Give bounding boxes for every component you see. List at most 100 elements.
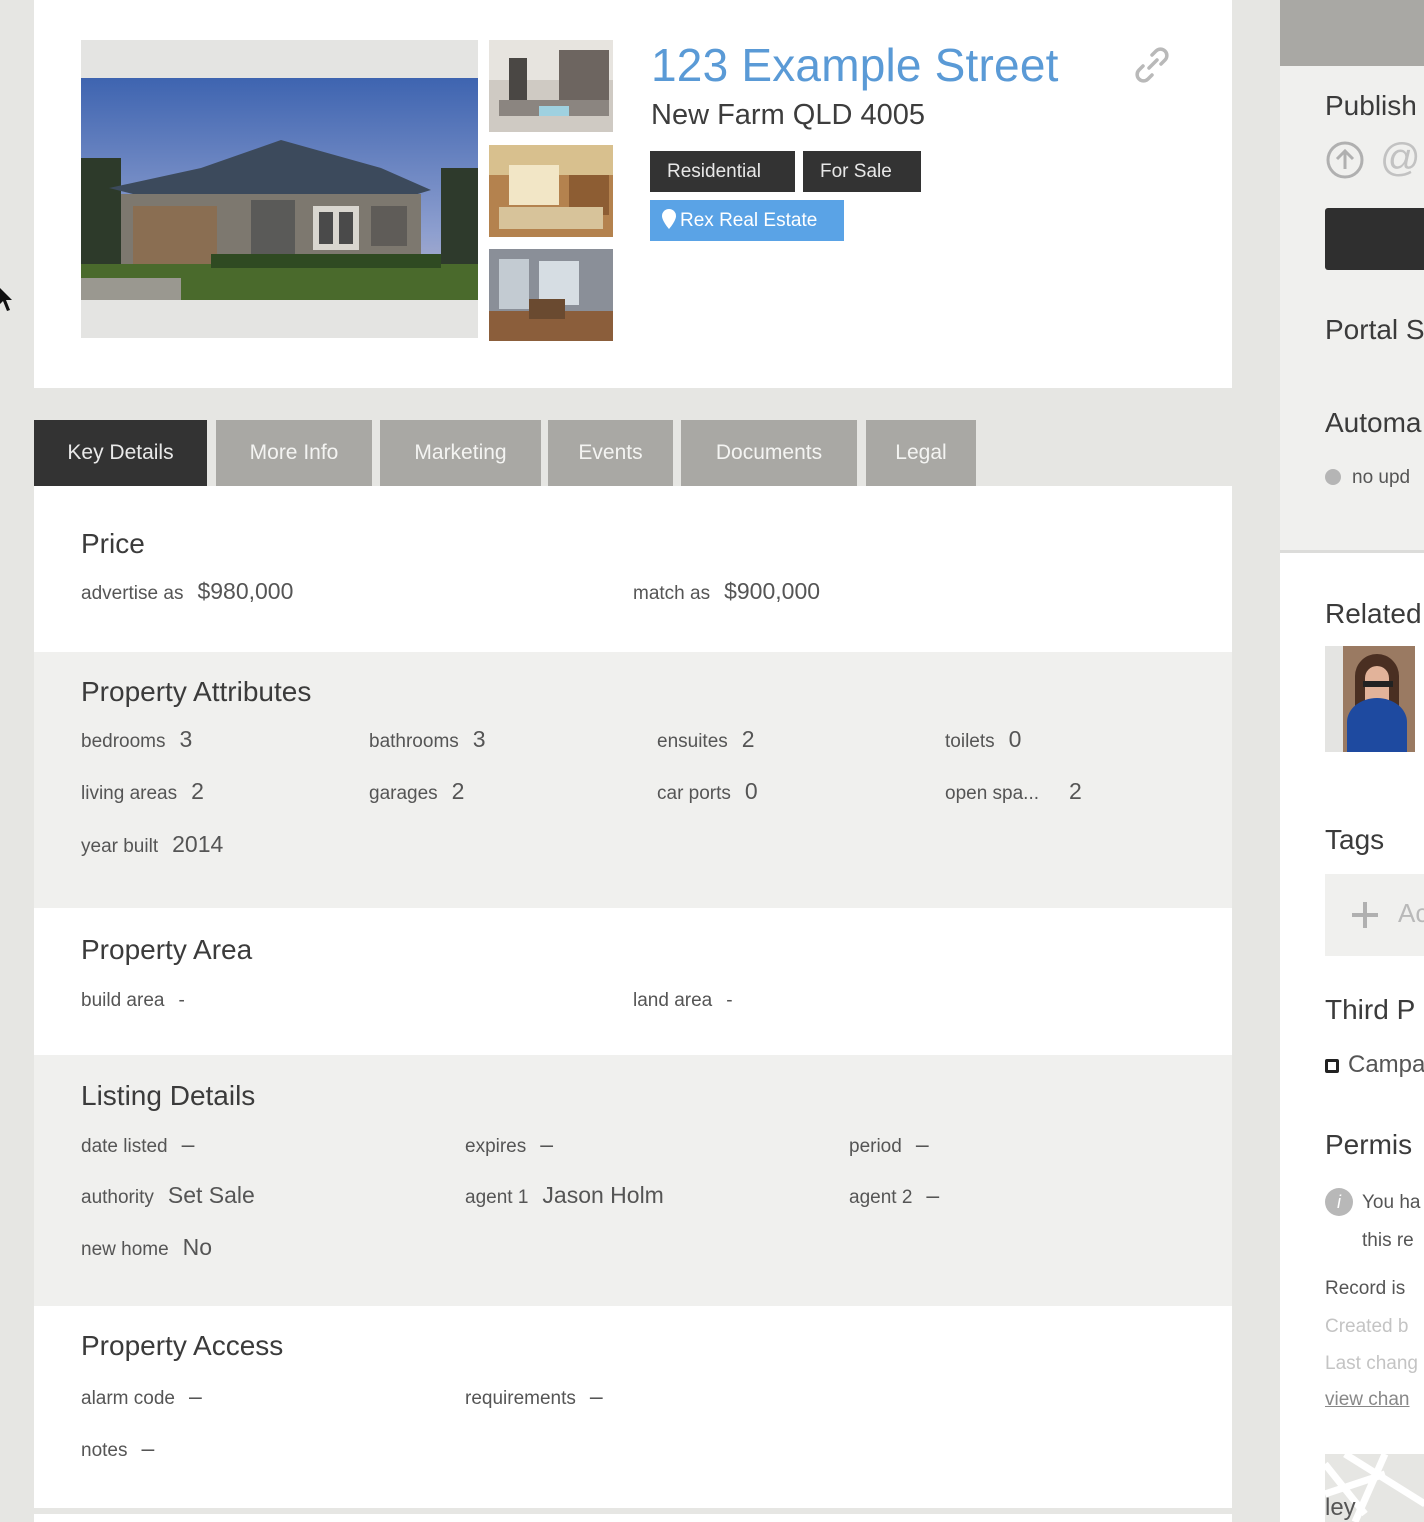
main-property-photo[interactable]	[81, 40, 478, 338]
section-title: Listing Details	[81, 1080, 256, 1111]
field-label: build area	[81, 990, 165, 1011]
automation-status: no upd	[1352, 467, 1411, 488]
field-value: –	[926, 1182, 940, 1208]
field-label: alarm code	[81, 1388, 175, 1409]
listing-detail-field[interactable]: new home No	[81, 1234, 212, 1261]
agency-badge[interactable]: Rex Real Estate	[650, 200, 844, 241]
field-value: -	[726, 990, 733, 1011]
field-label: year built	[81, 836, 159, 857]
sidebar-divider	[1280, 550, 1424, 553]
price-section: Price advertise as $980,000 match as $900,…	[34, 486, 1232, 652]
attribute-field[interactable]: bathrooms 3	[369, 726, 486, 753]
listing-address-title: 123 Example Street	[651, 39, 1059, 91]
link-icon[interactable]	[1130, 43, 1174, 87]
kitchen-photo	[489, 40, 613, 132]
land-area-field[interactable]: land area -	[633, 985, 733, 1012]
living-room-photo	[489, 145, 613, 237]
section-title: Property Attributes	[81, 676, 312, 707]
attribute-field[interactable]: car ports 0	[657, 778, 758, 805]
attribute-field[interactable]: open spa... 2	[945, 778, 1082, 805]
tab-more-info[interactable]: More Info	[216, 420, 372, 486]
field-label: expires	[465, 1136, 527, 1157]
info-icon: i	[1325, 1188, 1353, 1216]
listing-details-section: Listing Details date listed – expires – pe…	[34, 1055, 1232, 1306]
listing-header-card: 123 Example Street New Farm QLD 4005 Res…	[34, 0, 1232, 388]
house-photo	[81, 78, 478, 300]
field-value: 0	[744, 778, 758, 804]
tab-legal[interactable]: Legal	[866, 420, 976, 486]
attribute-field[interactable]: toilets 0	[945, 726, 1021, 753]
requirements-field[interactable]: requirements –	[465, 1383, 603, 1410]
gallery-thumbnail[interactable]	[489, 249, 613, 341]
field-label: agent 1	[465, 1187, 529, 1208]
add-tag-label[interactable]: Ac	[1398, 898, 1424, 929]
attribute-field[interactable]: garages 2	[369, 778, 464, 805]
field-label: open spa...	[945, 783, 1040, 804]
field-value: –	[141, 1435, 155, 1461]
map-pin-icon	[662, 209, 676, 229]
alarm-code-field[interactable]: alarm code –	[81, 1383, 202, 1410]
field-value: Jason Holm	[542, 1182, 664, 1208]
listing-detail-field[interactable]: agent 2–	[849, 1182, 939, 1209]
plus-icon[interactable]	[1350, 900, 1380, 930]
last-changed: Last chang	[1325, 1353, 1418, 1374]
property-attributes-section: Property Attributes bedrooms 3 bathrooms 3…	[34, 652, 1232, 908]
field-label: new home	[81, 1239, 169, 1260]
dining-room-photo	[489, 249, 613, 341]
attribute-field[interactable]: ensuites 2	[657, 726, 755, 753]
attribute-field[interactable]: bedrooms 3	[81, 726, 192, 753]
field-label: period	[849, 1136, 902, 1157]
checkbox-icon[interactable]	[1325, 1059, 1339, 1073]
permission-note-line2: this re	[1362, 1230, 1414, 1251]
match-price-field[interactable]: match as $900,000	[633, 578, 820, 605]
related-heading: Related	[1325, 598, 1422, 629]
field-value: 3	[179, 726, 193, 752]
field-label: agent 2	[849, 1187, 913, 1208]
gallery-thumbnail[interactable]	[489, 40, 613, 132]
tab-events[interactable]: Events	[548, 420, 673, 486]
third-party-heading: Third P	[1325, 994, 1416, 1025]
field-label: advertise as	[81, 583, 184, 604]
tab-key-details[interactable]: Key Details	[34, 420, 207, 486]
section-title: Price	[81, 528, 145, 559]
field-value: $980,000	[197, 578, 294, 604]
field-value: 0	[1008, 726, 1022, 752]
listing-detail-field[interactable]: date listed –	[81, 1131, 194, 1158]
build-area-field[interactable]: build area -	[81, 985, 185, 1012]
property-access-section: Property Access alarm code – requirements…	[34, 1306, 1232, 1508]
attribute-field[interactable]: year built 2014	[81, 831, 223, 858]
field-value: –	[540, 1131, 554, 1157]
campaign-label[interactable]: Campa	[1348, 1051, 1424, 1079]
field-label: ensuites	[657, 731, 728, 752]
field-value: –	[189, 1383, 202, 1409]
right-sidebar: Publish @ Portal S Automa no upd Related…	[1280, 0, 1424, 1522]
tab-marketing[interactable]: Marketing	[380, 420, 541, 486]
advertise-price-field[interactable]: advertise as $980,000	[81, 578, 293, 605]
publish-button[interactable]	[1325, 208, 1424, 270]
next-section-edge	[34, 1514, 1232, 1522]
view-changes-link[interactable]: view chan	[1325, 1389, 1410, 1411]
upload-icon[interactable]	[1325, 140, 1365, 180]
listing-detail-field[interactable]: authority Set Sale	[81, 1182, 255, 1209]
at-icon[interactable]: @	[1380, 136, 1421, 181]
attribute-field[interactable]: living areas 2	[81, 778, 204, 805]
field-value: –	[181, 1131, 195, 1157]
listing-detail-field[interactable]: period –	[849, 1131, 929, 1158]
section-title: Property Access	[81, 1330, 284, 1361]
field-label: car ports	[657, 783, 731, 804]
related-contact-avatar[interactable]	[1325, 646, 1415, 752]
listing-detail-field[interactable]: expires –	[465, 1131, 553, 1158]
portal-heading: Portal S	[1325, 314, 1424, 345]
notes-field[interactable]: notes –	[81, 1435, 154, 1462]
field-value: 3	[472, 726, 486, 752]
tab-documents[interactable]: Documents	[681, 420, 857, 486]
agency-name: Rex Real Estate	[680, 210, 818, 231]
property-area-section: Property Area build area - land area -	[34, 908, 1232, 1055]
permissions-heading: Permis	[1325, 1129, 1413, 1160]
gallery-thumbnail[interactable]	[489, 145, 613, 237]
permission-note-line1: You ha	[1362, 1192, 1421, 1213]
field-value: 2	[451, 778, 465, 804]
field-label: requirements	[465, 1388, 576, 1409]
field-value: -	[178, 990, 185, 1011]
listing-detail-field[interactable]: agent 1 Jason Holm	[465, 1182, 664, 1209]
